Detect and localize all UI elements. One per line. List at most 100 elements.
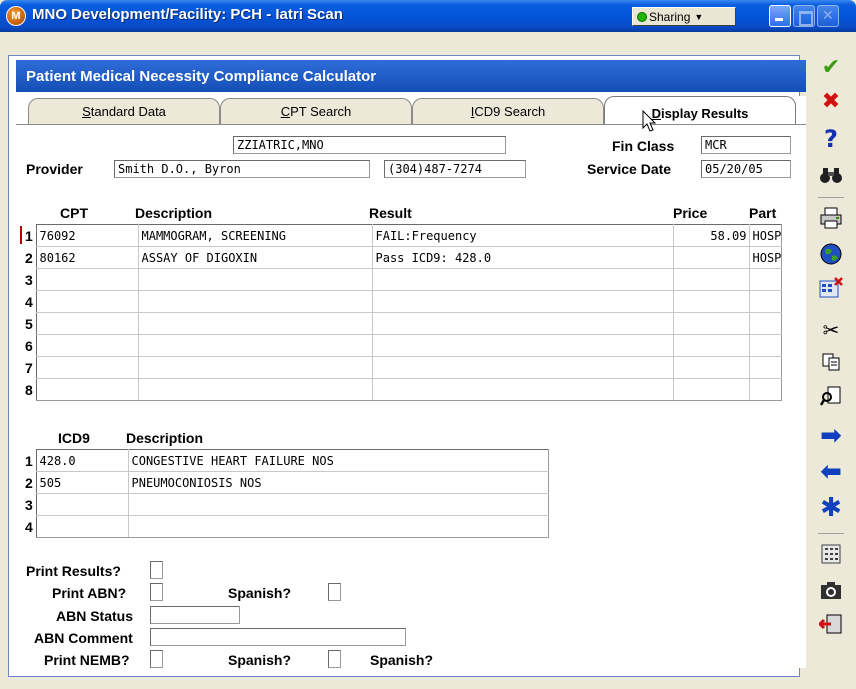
cpt-price-cell[interactable]: 58.09 <box>672 224 750 247</box>
arrow-left-icon[interactable]: ⬅ <box>818 459 844 485</box>
provider-phone-field[interactable]: (304)487-7274 <box>384 160 526 178</box>
tab-cpt-search[interactable]: CPT Search <box>220 98 412 124</box>
cpt-result-cell[interactable]: FAIL:Frequency <box>371 224 674 247</box>
fin-class-field[interactable]: MCR <box>701 136 791 154</box>
printer-icon[interactable] <box>818 205 844 231</box>
cpt-part-cell[interactable] <box>748 290 782 313</box>
exit-icon[interactable] <box>818 611 844 637</box>
cpt-description-cell[interactable] <box>137 334 373 357</box>
provider-name-field[interactable]: Smith D.O., Byron <box>114 160 370 178</box>
cpt-price-cell[interactable] <box>672 290 750 313</box>
cpt-part-cell[interactable] <box>748 312 782 335</box>
cpt-description-cell[interactable]: ASSAY OF DIGOXIN <box>137 246 373 269</box>
sharing-label: Sharing <box>649 9 691 24</box>
service-date-field[interactable]: 05/20/05 <box>701 160 791 178</box>
cpt-part-cell[interactable]: HOSP <box>748 246 782 269</box>
globe-icon[interactable] <box>818 241 844 267</box>
cpt-code-cell[interactable] <box>35 356 139 379</box>
cpt-result-cell[interactable] <box>371 290 674 313</box>
cpt-result-cell[interactable] <box>371 378 674 401</box>
cpt-code-cell[interactable] <box>35 312 139 335</box>
patient-name-field[interactable]: ZZIATRIC,MNO <box>233 136 506 154</box>
window-title-bar[interactable]: M MNO Development/Facility: PCH - Iatri … <box>0 0 856 32</box>
cpt-result-cell[interactable] <box>371 356 674 379</box>
sharing-dropdown[interactable]: Sharing ▼ <box>632 7 736 26</box>
abn-comment-field[interactable] <box>150 628 406 646</box>
tab-standard-data[interactable]: Standard Data <box>28 98 220 124</box>
cpt-part-cell[interactable]: HOSP <box>748 224 782 247</box>
print-nemb-checkbox[interactable] <box>150 650 163 668</box>
cpt-code-cell[interactable] <box>35 290 139 313</box>
cpt-part-cell[interactable] <box>748 334 782 357</box>
icd9-code-cell[interactable]: 505 <box>35 471 129 494</box>
print-abn-checkbox[interactable] <box>150 583 163 601</box>
icd9-table-row[interactable]: 1 428.0 CONGESTIVE HEART FAILURE NOS <box>22 449 549 472</box>
tab-icd9-search[interactable]: ICD9 Search <box>412 98 604 124</box>
cpt-price-cell[interactable] <box>672 312 750 335</box>
checkmark-icon[interactable]: ✔ <box>818 55 844 81</box>
cpt-price-cell[interactable] <box>672 268 750 291</box>
app-logo-icon[interactable]: M <box>6 6 26 26</box>
cpt-part-cell[interactable] <box>748 268 782 291</box>
abn-spanish-checkbox[interactable] <box>328 583 341 601</box>
binoculars-icon[interactable] <box>818 162 844 188</box>
icd9-description-cell[interactable]: PNEUMOCONIOSIS NOS <box>127 471 549 494</box>
cpt-description-cell[interactable] <box>137 356 373 379</box>
cpt-code-cell[interactable]: 76092 <box>35 224 139 247</box>
cpt-table-row[interactable]: 2 80162 ASSAY OF DIGOXIN Pass ICD9: 428.0 HO… <box>22 246 782 269</box>
cpt-table-row[interactable]: 4 <box>22 290 782 313</box>
scissors-icon[interactable]: ✂ <box>818 317 844 343</box>
cpt-result-cell[interactable] <box>371 334 674 357</box>
icd9-code-cell[interactable] <box>35 493 129 516</box>
abn-status-field[interactable] <box>150 606 240 624</box>
cpt-table-row[interactable]: 5 <box>22 312 782 335</box>
cpt-table-row[interactable]: 1 76092 MAMMOGRAM, SCREENING FAIL:Frequency… <box>22 224 782 247</box>
cpt-description-cell[interactable] <box>137 268 373 291</box>
icd9-description-cell[interactable] <box>127 515 549 538</box>
cpt-code-cell[interactable]: 80162 <box>35 246 139 269</box>
cancel-icon[interactable]: ✖ <box>818 89 844 115</box>
icd9-table-row[interactable]: 2 505 PNEUMOCONIOSIS NOS <box>22 471 549 494</box>
minimize-button[interactable] <box>769 5 791 27</box>
arrow-right-icon[interactable]: ➡ <box>818 423 844 449</box>
tab-display-results[interactable]: Display Results <box>604 96 796 126</box>
help-icon[interactable]: ? <box>818 126 844 152</box>
cpt-result-cell[interactable] <box>371 268 674 291</box>
cpt-description-cell[interactable]: MAMMOGRAM, SCREENING <box>137 224 373 247</box>
cpt-result-cell[interactable] <box>371 312 674 335</box>
cpt-table-row[interactable]: 3 <box>22 268 782 291</box>
icd9-code-cell[interactable] <box>35 515 129 538</box>
cpt-part-cell[interactable] <box>748 378 782 401</box>
cpt-description-cell[interactable] <box>137 312 373 335</box>
cpt-code-cell[interactable] <box>35 268 139 291</box>
cpt-description-cell[interactable] <box>137 290 373 313</box>
calculator-icon[interactable] <box>818 275 844 301</box>
cpt-price-cell[interactable] <box>672 356 750 379</box>
copy-icon[interactable] <box>818 349 844 375</box>
print-results-checkbox[interactable] <box>150 561 163 579</box>
cpt-code-cell[interactable] <box>35 334 139 357</box>
cpt-code-cell[interactable] <box>35 378 139 401</box>
icd9-table-row[interactable]: 3 <box>22 493 549 516</box>
row-number: 2 <box>25 249 33 266</box>
icd9-description-cell[interactable]: CONGESTIVE HEART FAILURE NOS <box>127 449 549 472</box>
cpt-table-row[interactable]: 8 <box>22 378 782 401</box>
icd9-table-row[interactable]: 4 <box>22 515 549 538</box>
close-button[interactable] <box>817 5 839 27</box>
maximize-button[interactable] <box>793 5 815 27</box>
keypad-icon[interactable] <box>818 541 844 567</box>
icd9-description-cell[interactable] <box>127 493 549 516</box>
nemb-spanish-checkbox[interactable] <box>328 650 341 668</box>
cpt-price-cell[interactable] <box>672 378 750 401</box>
cpt-description-cell[interactable] <box>137 378 373 401</box>
asterisk-icon[interactable]: ✱ <box>818 495 844 521</box>
cpt-price-cell[interactable] <box>672 246 750 269</box>
cpt-result-cell[interactable]: Pass ICD9: 428.0 <box>371 246 674 269</box>
camera-icon[interactable] <box>818 577 844 603</box>
icd9-code-cell[interactable]: 428.0 <box>35 449 129 472</box>
cpt-part-cell[interactable] <box>748 356 782 379</box>
cpt-table-row[interactable]: 7 <box>22 356 782 379</box>
find-icon[interactable] <box>818 383 844 409</box>
cpt-table-row[interactable]: 6 <box>22 334 782 357</box>
cpt-price-cell[interactable] <box>672 334 750 357</box>
